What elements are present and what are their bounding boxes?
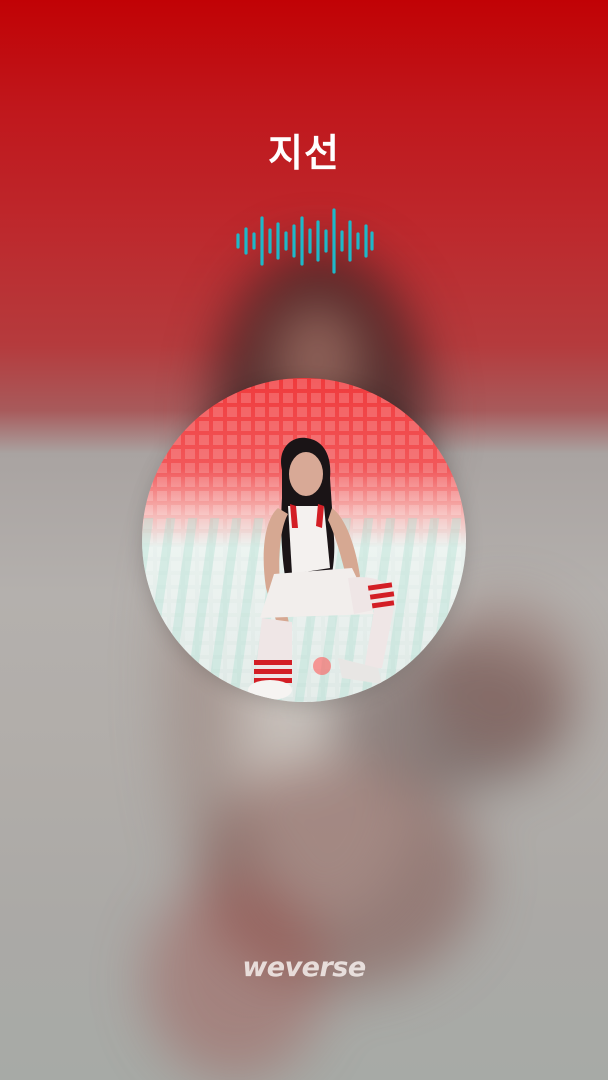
artist-name: 지선: [268, 131, 340, 175]
weverse-logo: weverse: [242, 952, 366, 983]
artist-photo: [142, 378, 466, 702]
audio-waveform-icon: [236, 208, 374, 274]
profile-artwork: [142, 378, 466, 702]
